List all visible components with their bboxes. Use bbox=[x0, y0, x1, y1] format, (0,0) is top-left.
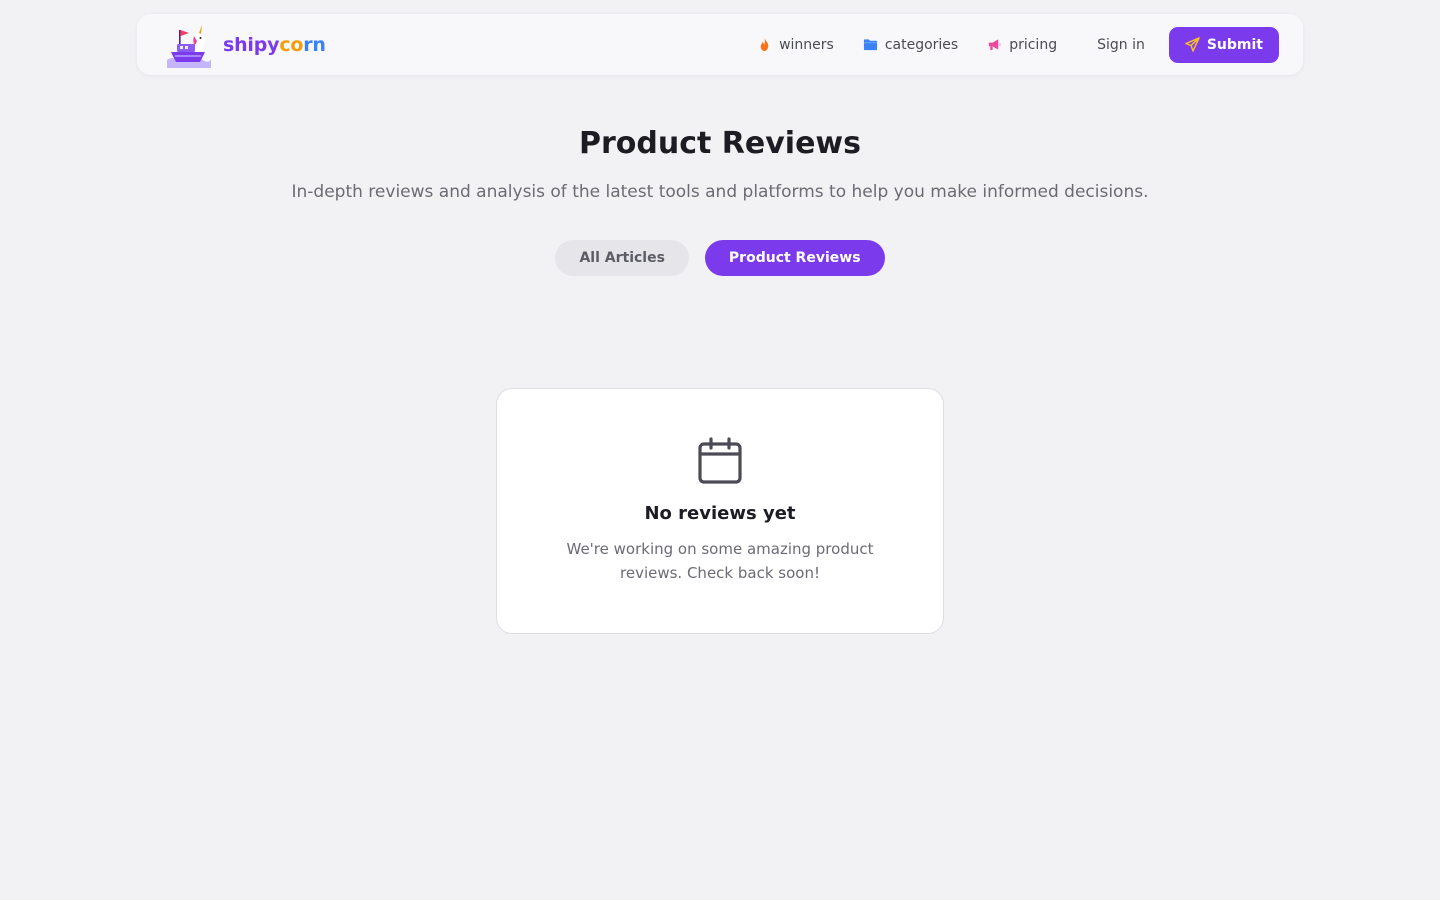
submit-button-label: Submit bbox=[1206, 36, 1263, 53]
sign-in-link[interactable]: Sign in bbox=[1097, 37, 1145, 53]
filter-tab-product-reviews[interactable]: Product Reviews bbox=[704, 240, 885, 276]
page-subtitle: In-depth reviews and analysis of the lat… bbox=[291, 182, 1149, 202]
submit-button[interactable]: Submit bbox=[1168, 26, 1279, 63]
nav-link-pricing[interactable]: pricing bbox=[987, 37, 1057, 53]
calendar-icon bbox=[698, 437, 742, 484]
empty-state-message: We're working on some amazing product re… bbox=[566, 540, 874, 582]
send-icon bbox=[1185, 37, 1200, 52]
filter-tab-all-articles[interactable]: All Articles bbox=[555, 240, 689, 276]
brand-logo-link[interactable]: shipycorn bbox=[165, 22, 326, 68]
article-filter-tabs: All Articles Product Reviews bbox=[0, 240, 1440, 276]
nav-link-categories[interactable]: categories bbox=[863, 37, 958, 53]
folder-icon bbox=[863, 39, 877, 51]
nav-link-label: winners bbox=[779, 36, 834, 53]
empty-state-title: No reviews yet bbox=[644, 503, 796, 524]
brand-name: shipycorn bbox=[223, 33, 326, 56]
page-title: Product Reviews bbox=[579, 126, 861, 161]
nav-link-label: pricing bbox=[1009, 36, 1058, 53]
nav-links: winners categories pricing bbox=[757, 37, 1057, 53]
megaphone-icon bbox=[989, 39, 1001, 51]
nav-link-label: categories bbox=[884, 36, 959, 53]
empty-state-card: No reviews yet We're working on some ama… bbox=[496, 388, 944, 634]
unicorn-ship-logo-icon bbox=[167, 24, 211, 68]
nav-link-winners[interactable]: winners bbox=[757, 37, 834, 53]
top-navbar: shipycorn winners categories pricing Sig… bbox=[137, 14, 1303, 75]
flame-icon bbox=[760, 37, 769, 52]
